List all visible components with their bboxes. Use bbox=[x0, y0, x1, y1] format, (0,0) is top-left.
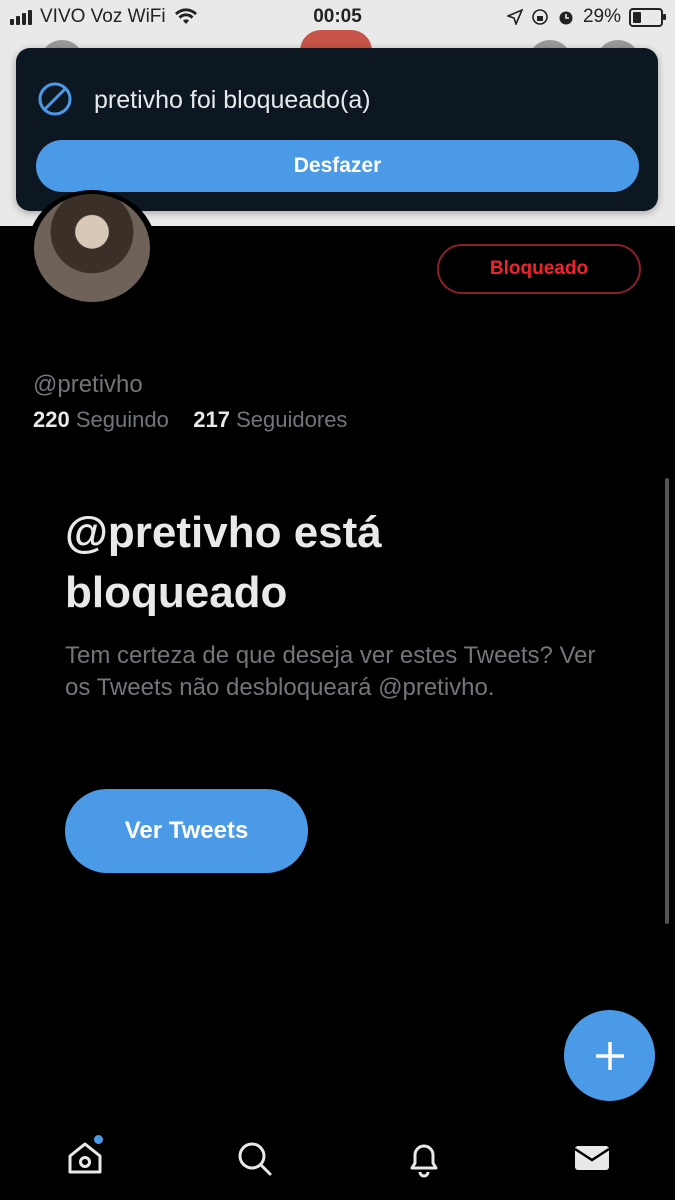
alarm-icon bbox=[559, 11, 573, 25]
view-tweets-button[interactable]: Ver Tweets bbox=[65, 789, 308, 873]
followers-link[interactable]: 217 Seguidores bbox=[193, 407, 347, 432]
tab-bar bbox=[0, 1120, 675, 1200]
block-icon bbox=[38, 82, 72, 116]
location-icon bbox=[506, 9, 523, 25]
search-icon[interactable] bbox=[234, 1138, 274, 1178]
bell-icon[interactable] bbox=[404, 1138, 444, 1178]
blocked-toast: pretivho foi bloqueado(a) Desfazer bbox=[16, 48, 658, 211]
new-content-dot bbox=[94, 1135, 103, 1144]
profile-handle: @pretivho bbox=[33, 371, 143, 398]
battery-percent: 29% bbox=[582, 6, 621, 27]
plus-icon bbox=[595, 1041, 624, 1070]
scrollbar[interactable] bbox=[665, 478, 669, 924]
blocked-title: @pretivho está bloqueado bbox=[65, 508, 382, 617]
following-count: 220 bbox=[33, 407, 70, 432]
following-link[interactable]: 220 Seguindo bbox=[33, 407, 169, 432]
followers-label: Seguidores bbox=[236, 407, 348, 432]
compose-tweet-button[interactable] bbox=[564, 1010, 655, 1101]
undo-button[interactable]: Desfazer bbox=[36, 140, 639, 192]
avatar[interactable] bbox=[28, 190, 156, 304]
toast-message: pretivho foi bloqueado(a) bbox=[94, 86, 371, 114]
following-label: Seguindo bbox=[75, 407, 169, 432]
blocked-description: Tem certeza de que deseja ver estes Twee… bbox=[65, 642, 596, 701]
blocked-button[interactable]: Bloqueado bbox=[437, 244, 641, 294]
rotation-lock-icon bbox=[532, 9, 548, 25]
battery-icon bbox=[629, 7, 666, 27]
mail-icon[interactable] bbox=[572, 1138, 612, 1178]
status-bar: VIVO Voz WiFi 00:05 29% bbox=[0, 0, 675, 34]
home-icon[interactable] bbox=[65, 1138, 105, 1178]
followers-count: 217 bbox=[193, 407, 230, 432]
follow-stats: 220 Seguindo 217 Seguidores bbox=[33, 407, 347, 433]
